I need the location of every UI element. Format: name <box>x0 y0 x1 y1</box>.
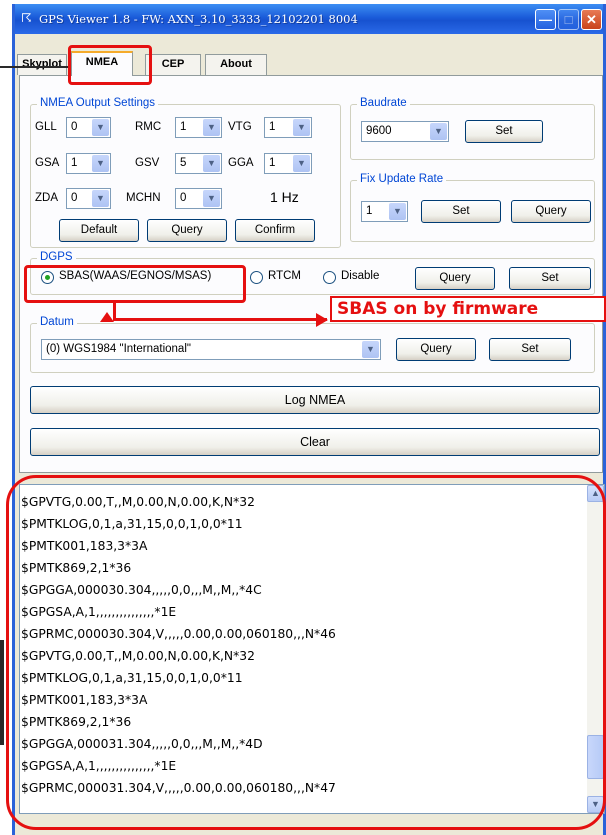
rmc-select[interactable]: 1 ▼ <box>175 117 222 138</box>
vtg-label: VTG <box>228 121 252 133</box>
group-title: NMEA Output Settings <box>37 97 159 109</box>
tab-label: CEP <box>161 58 185 70</box>
chevron-down-icon: ▼ <box>203 155 220 172</box>
fix-rate-set-button[interactable]: Set <box>421 200 501 223</box>
dgps-query-button[interactable]: Query <box>415 267 495 290</box>
fix-update-rate-group: Fix Update Rate 1 ▼ Set Query <box>350 173 595 242</box>
maximize-icon: □ <box>564 12 573 27</box>
sbas-highlight <box>24 265 246 303</box>
baudrate-select[interactable]: 9600 ▼ <box>361 121 449 142</box>
satellite-icon: ☈ <box>21 11 32 25</box>
select-value: 9600 <box>366 125 392 137</box>
close-button[interactable]: ✕ <box>581 9 602 30</box>
rtcm-label: RTCM <box>268 270 302 282</box>
gsa-label: GSA <box>35 157 60 169</box>
nmea-output-group: NMEA Output Settings GLL 0 ▼ RMC 1 ▼ VTG 1… <box>30 97 341 248</box>
chevron-down-icon: ▼ <box>362 341 379 358</box>
chevron-down-icon: ▼ <box>293 155 310 172</box>
baudrate-set-button[interactable]: Set <box>465 120 543 143</box>
group-title: Datum <box>37 316 77 328</box>
tab-cep[interactable]: CEP <box>145 54 201 75</box>
chevron-down-icon: ▼ <box>92 190 109 207</box>
select-value: 1 <box>269 157 276 169</box>
select-value: 0 <box>71 121 78 133</box>
annotation-side-mark <box>0 640 4 745</box>
tab-label: NMEA <box>85 56 119 68</box>
datum-query-button[interactable]: Query <box>396 338 476 361</box>
gga-label: GGA <box>228 157 254 169</box>
select-value: (0) WGS1984 "International" <box>46 343 191 355</box>
gsv-select[interactable]: 5 ▼ <box>175 153 222 174</box>
clear-button[interactable]: Clear <box>30 428 600 456</box>
annotation-connector <box>113 318 327 321</box>
maximize-button[interactable]: □ <box>558 9 579 30</box>
confirm-button[interactable]: Confirm <box>235 219 315 242</box>
rmc-label: RMC <box>135 121 162 133</box>
chevron-down-icon: ▼ <box>293 119 310 136</box>
sbas-annotation-callout: SBAS on by firmware <box>330 296 606 322</box>
nmea-query-button[interactable]: Query <box>147 219 227 242</box>
select-value: 0 <box>71 192 78 204</box>
mchn-select[interactable]: 0 ▼ <box>175 188 222 209</box>
update-rate-text: 1 Hz <box>270 189 299 205</box>
mchn-label: MCHN <box>126 192 161 204</box>
select-value: 0 <box>180 192 187 204</box>
log-highlight-oval <box>6 475 606 830</box>
fix-rate-select[interactable]: 1 ▼ <box>361 201 408 222</box>
gsv-label: GSV <box>135 157 160 169</box>
window-title: GPS Viewer 1.8 - FW: AXN_3.10_3333_12102… <box>39 12 358 26</box>
tab-label: About <box>220 58 252 70</box>
zda-select[interactable]: 0 ▼ <box>66 188 111 209</box>
log-nmea-button[interactable]: Log NMEA <box>30 386 600 414</box>
fix-rate-query-button[interactable]: Query <box>511 200 591 223</box>
tab-nmea[interactable]: NMEA <box>71 51 133 76</box>
chevron-down-icon: ▼ <box>92 119 109 136</box>
tab-label: Skyplot <box>22 58 62 70</box>
arrow-head-icon <box>100 312 114 322</box>
annotation-pointer-line <box>0 66 68 68</box>
gll-select[interactable]: 0 ▼ <box>66 117 111 138</box>
tab-skyplot[interactable]: Skyplot <box>17 54 67 75</box>
vtg-select[interactable]: 1 ▼ <box>264 117 312 138</box>
datum-set-button[interactable]: Set <box>489 338 571 361</box>
select-value: 1 <box>366 205 373 217</box>
zda-label: ZDA <box>35 192 58 204</box>
gll-label: GLL <box>35 121 57 133</box>
chevron-down-icon: ▼ <box>92 155 109 172</box>
datum-group: Datum (0) WGS1984 "International" ▼ Query… <box>30 316 595 373</box>
group-title: Baudrate <box>357 97 410 109</box>
chevron-down-icon: ▼ <box>389 203 406 220</box>
disable-label: Disable <box>341 270 380 282</box>
select-value: 1 <box>180 121 187 133</box>
chevron-down-icon: ▼ <box>203 119 220 136</box>
datum-select[interactable]: (0) WGS1984 "International" ▼ <box>41 339 381 360</box>
close-icon: ✕ <box>586 12 597 27</box>
gsa-select[interactable]: 1 ▼ <box>66 153 111 174</box>
group-title: DGPS <box>37 251 76 263</box>
gga-select[interactable]: 1 ▼ <box>264 153 312 174</box>
chevron-down-icon: ▼ <box>203 190 220 207</box>
title-bar[interactable]: ☈ GPS Viewer 1.8 - FW: AXN_3.10_3333_121… <box>15 4 603 34</box>
minimize-button[interactable]: — <box>535 9 556 30</box>
select-value: 1 <box>71 157 78 169</box>
select-value: 1 <box>269 121 276 133</box>
default-button[interactable]: Default <box>59 219 139 242</box>
rtcm-radio[interactable] <box>250 271 263 284</box>
group-title: Fix Update Rate <box>357 173 447 185</box>
chevron-down-icon: ▼ <box>430 123 447 140</box>
dgps-set-button[interactable]: Set <box>509 267 591 290</box>
arrow-head-icon <box>316 313 328 327</box>
baudrate-group: Baudrate 9600 ▼ Set <box>350 97 595 160</box>
tab-about[interactable]: About <box>205 54 267 75</box>
disable-radio[interactable] <box>323 271 336 284</box>
minimize-icon: — <box>539 12 552 27</box>
select-value: 5 <box>180 157 187 169</box>
